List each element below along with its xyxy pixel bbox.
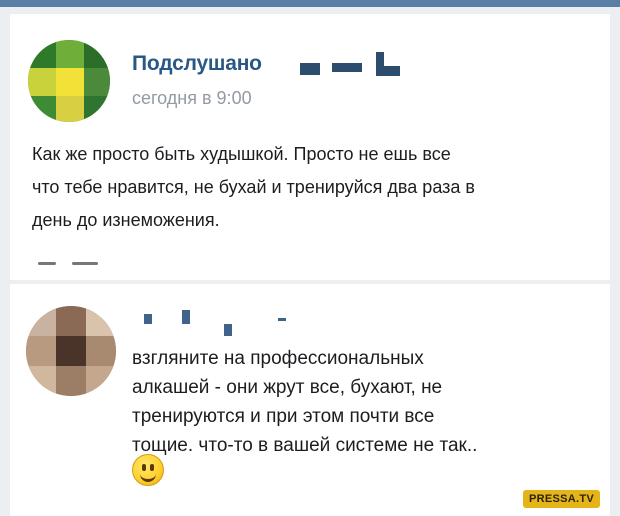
top-bar — [0, 0, 620, 7]
post-text-line: что тебе нравится, не бухай и тренируйся… — [32, 177, 475, 197]
redacted-author-part — [376, 66, 400, 76]
post-timestamp[interactable]: сегодня в 9:00 — [132, 88, 252, 109]
cropped-content-fragment — [32, 260, 112, 266]
redacted-commenter-name — [182, 310, 190, 324]
watermark-logo: PRESSA.TV — [522, 490, 600, 508]
redacted-commenter-name — [144, 314, 152, 324]
smiling-face-emoji-icon — [132, 454, 164, 486]
post-text: Как же просто быть худышкой. Просто не е… — [32, 138, 592, 237]
comment-text: взгляните на профессиональных алкашей - … — [132, 344, 592, 460]
comment-card: взгляните на профессиональных алкашей - … — [10, 284, 610, 516]
redacted-author-part — [332, 63, 362, 72]
comment-text-line: взгляните на профессиональных — [132, 348, 424, 369]
community-avatar[interactable] — [28, 40, 110, 122]
post-card: Подслушано сегодня в 9:00 Как же просто … — [10, 14, 610, 280]
post-author[interactable]: Подслушано — [132, 52, 262, 76]
comment-text-line: алкашей - они жрут все, бухают, не — [132, 377, 443, 398]
post-text-line: Как же просто быть худышкой. Просто не е… — [32, 144, 451, 164]
post-text-line: день до изнеможения. — [32, 210, 220, 230]
comment-text-line: тренируются и при этом почти все — [132, 406, 435, 427]
redacted-commenter-name — [278, 318, 286, 321]
redacted-author-part — [300, 63, 320, 75]
commenter-avatar[interactable] — [26, 306, 116, 396]
redacted-commenter-name — [224, 324, 232, 336]
comment-text-line: тощие. что-то в вашей системе не так.. — [132, 435, 478, 456]
